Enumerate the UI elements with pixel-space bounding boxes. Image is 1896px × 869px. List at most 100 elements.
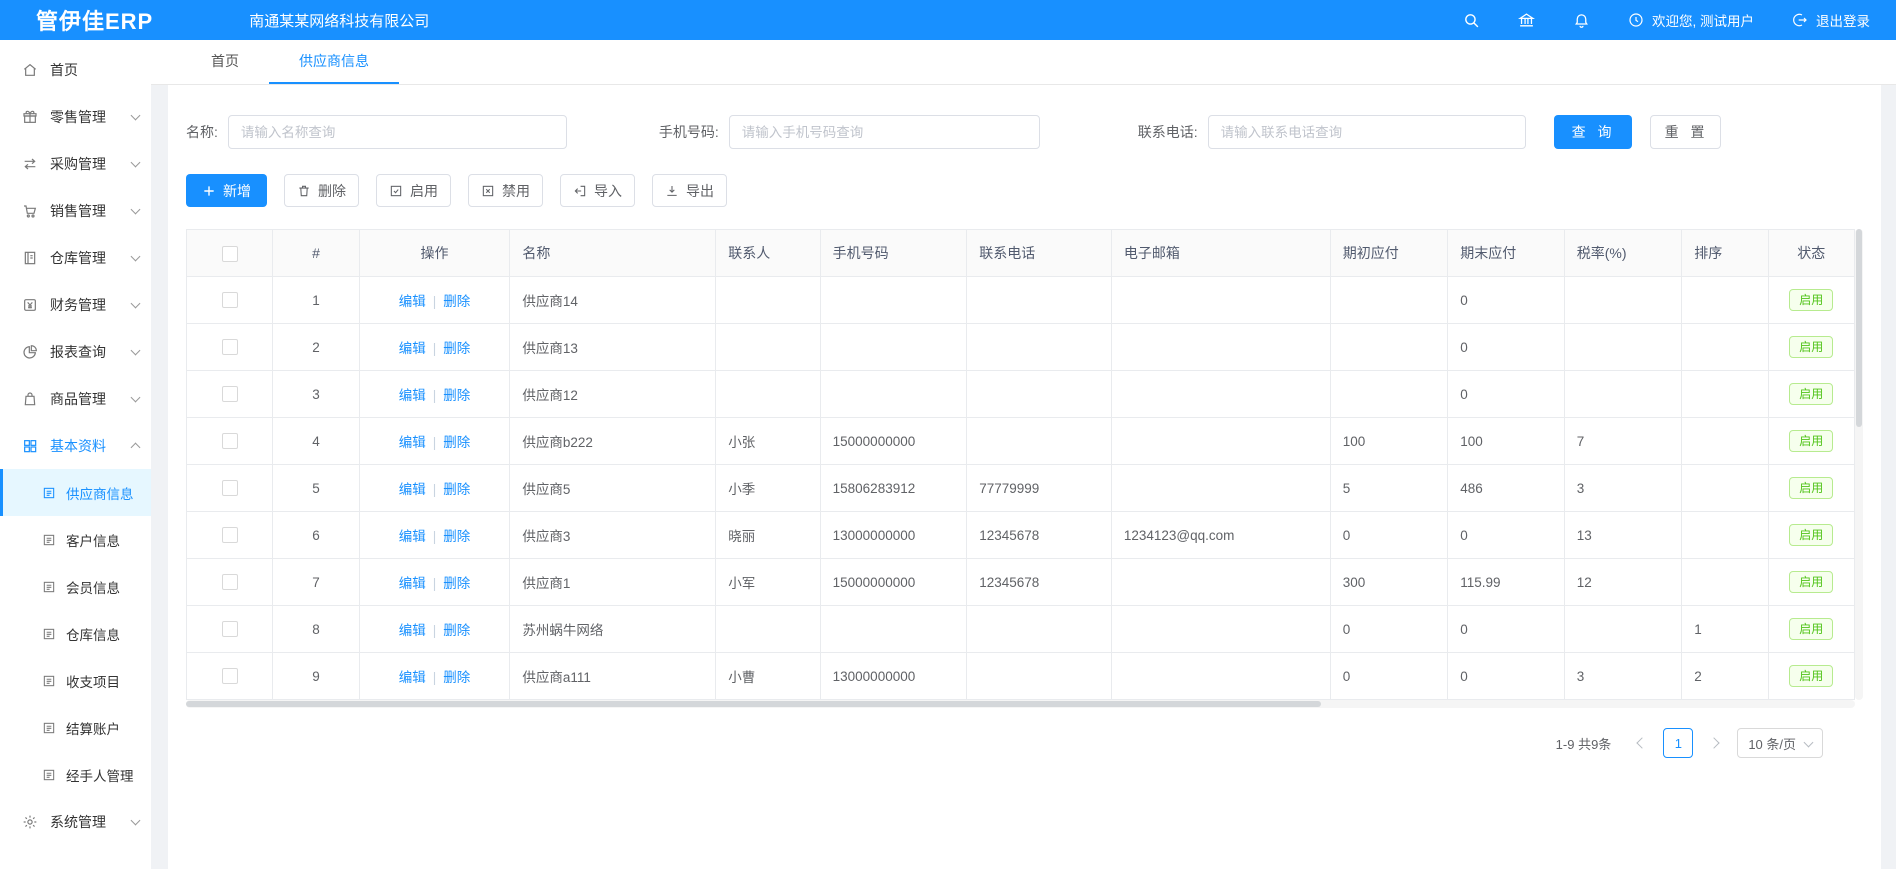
sidebar-subitem-label: 仓库信息 (66, 624, 120, 644)
delete-link[interactable]: 删除 (443, 529, 470, 544)
sidebar-item-sales[interactable]: 销售管理 (0, 187, 151, 234)
tel-label: 联系电话: (1138, 122, 1198, 142)
row-index: 3 (273, 371, 359, 418)
page-size-select[interactable]: 10 条/页 (1737, 728, 1823, 758)
row-index: 7 (273, 559, 359, 606)
row-checkbox[interactable] (222, 292, 238, 308)
cell-phone (820, 277, 967, 324)
sidebar-item-purchase[interactable]: 采购管理 (0, 140, 151, 187)
page-number-button[interactable]: 1 (1663, 728, 1693, 758)
edit-link[interactable]: 编辑 (399, 576, 426, 591)
row-checkbox[interactable] (222, 386, 238, 402)
delete-button[interactable]: 删除 (284, 174, 359, 207)
sidebar-item-member-info[interactable]: 会员信息 (0, 563, 151, 610)
phone-search-input[interactable] (729, 115, 1040, 149)
sidebar-item-retail[interactable]: 零售管理 (0, 93, 151, 140)
name-label: 名称: (186, 122, 218, 142)
query-button[interactable]: 查 询 (1554, 115, 1632, 149)
name-search-input[interactable] (228, 115, 567, 149)
cell-closing: 0 (1448, 606, 1564, 653)
supplier-table-wrap: # 操作 名称 联系人 手机号码 联系电话 电子邮箱 期初应付 期末应付 税率(… (186, 229, 1863, 708)
cell-tel: 12345678 (967, 559, 1112, 606)
delete-link[interactable]: 删除 (443, 341, 470, 356)
sidebar-subitem-label: 客户信息 (66, 530, 120, 550)
sidebar-item-reports[interactable]: 报表查询 (0, 328, 151, 375)
sidebar-item-income-expense[interactable]: 收支项目 (0, 657, 151, 704)
edit-link[interactable]: 编辑 (399, 482, 426, 497)
row-checkbox[interactable] (222, 339, 238, 355)
sidebar-item-supplier-info[interactable]: 供应商信息 (0, 469, 151, 516)
delete-link[interactable]: 删除 (443, 294, 470, 309)
logout-button[interactable]: 退出登录 (1792, 10, 1870, 30)
tel-search-input[interactable] (1208, 115, 1526, 149)
sidebar-item-handler-management[interactable]: 经手人管理 (0, 751, 151, 798)
edit-link[interactable]: 编辑 (399, 294, 426, 309)
search-icon[interactable] (1463, 12, 1480, 29)
col-opening-payable: 期初应付 (1330, 230, 1447, 277)
user-welcome[interactable]: 欢迎您, 测试用户 (1628, 10, 1754, 30)
chevron-up-icon (131, 443, 141, 453)
edit-link[interactable]: 编辑 (399, 623, 426, 638)
form-icon (42, 580, 56, 594)
sidebar-item-finance[interactable]: 财务管理 (0, 281, 151, 328)
cell-name: 供应商1 (510, 559, 716, 606)
sidebar-item-warehouse-info[interactable]: 仓库信息 (0, 610, 151, 657)
enable-button[interactable]: 启用 (376, 174, 451, 207)
sidebar-item-label: 仓库管理 (50, 248, 106, 268)
cell-closing: 115.99 (1448, 559, 1564, 606)
table-vertical-scrollbar[interactable] (1855, 229, 1863, 700)
table-row: 7 编辑|删除 供应商1 小军 15000000000 12345678 300… (187, 559, 1855, 606)
tab-label: 供应商信息 (299, 51, 369, 71)
import-button[interactable]: 导入 (560, 174, 635, 207)
row-checkbox[interactable] (222, 668, 238, 684)
sidebar-item-goods[interactable]: 商品管理 (0, 375, 151, 422)
sidebar-item-customer-info[interactable]: 客户信息 (0, 516, 151, 563)
edit-link[interactable]: 编辑 (399, 388, 426, 403)
sidebar-item-warehouse[interactable]: 仓库管理 (0, 234, 151, 281)
col-email: 电子邮箱 (1111, 230, 1330, 277)
delete-link[interactable]: 删除 (443, 576, 470, 591)
next-page-button[interactable] (1701, 729, 1727, 757)
edit-link[interactable]: 编辑 (399, 529, 426, 544)
export-button[interactable]: 导出 (652, 174, 727, 207)
delete-link[interactable]: 删除 (443, 670, 470, 685)
reset-button[interactable]: 重 置 (1650, 115, 1722, 149)
delete-link[interactable]: 删除 (443, 435, 470, 450)
prev-page-button[interactable] (1629, 729, 1655, 757)
tab-supplier-info[interactable]: 供应商信息 (269, 40, 399, 84)
cell-sort (1682, 465, 1768, 512)
bank-icon[interactable] (1518, 12, 1535, 29)
clock-icon (1628, 12, 1644, 28)
gift-icon (22, 109, 38, 125)
table-row: 8 编辑|删除 苏州蜗牛网络 0 0 1 (187, 606, 1855, 653)
bell-icon[interactable] (1573, 12, 1590, 29)
cell-email (1111, 606, 1330, 653)
cell-contact: 小季 (716, 465, 820, 512)
tab-home[interactable]: 首页 (181, 40, 269, 84)
delete-link[interactable]: 删除 (443, 623, 470, 638)
delete-link[interactable]: 删除 (443, 388, 470, 403)
cell-sort (1682, 512, 1768, 559)
edit-link[interactable]: 编辑 (399, 670, 426, 685)
cell-opening (1330, 324, 1447, 371)
row-checkbox[interactable] (222, 621, 238, 637)
sidebar-item-system[interactable]: 系统管理 (0, 798, 151, 845)
pagination: 1-9 共9条 1 10 条/页 (186, 728, 1863, 758)
disable-button[interactable]: 禁用 (468, 174, 543, 207)
delete-link[interactable]: 删除 (443, 482, 470, 497)
trash-icon (297, 184, 311, 198)
sidebar-item-settlement-account[interactable]: 结算账户 (0, 704, 151, 751)
cell-closing: 0 (1448, 371, 1564, 418)
select-all-checkbox[interactable] (222, 246, 238, 262)
row-checkbox[interactable] (222, 480, 238, 496)
edit-link[interactable]: 编辑 (399, 435, 426, 450)
sidebar-item-basic-data[interactable]: 基本资料 (0, 422, 151, 469)
row-checkbox[interactable] (222, 574, 238, 590)
row-checkbox[interactable] (222, 433, 238, 449)
row-checkbox[interactable] (222, 527, 238, 543)
cell-sort: 1 (1682, 606, 1768, 653)
table-horizontal-scrollbar[interactable] (186, 700, 1855, 708)
edit-link[interactable]: 编辑 (399, 341, 426, 356)
sidebar-item-home[interactable]: 首页 (0, 46, 151, 93)
add-button[interactable]: 新增 (186, 174, 267, 207)
